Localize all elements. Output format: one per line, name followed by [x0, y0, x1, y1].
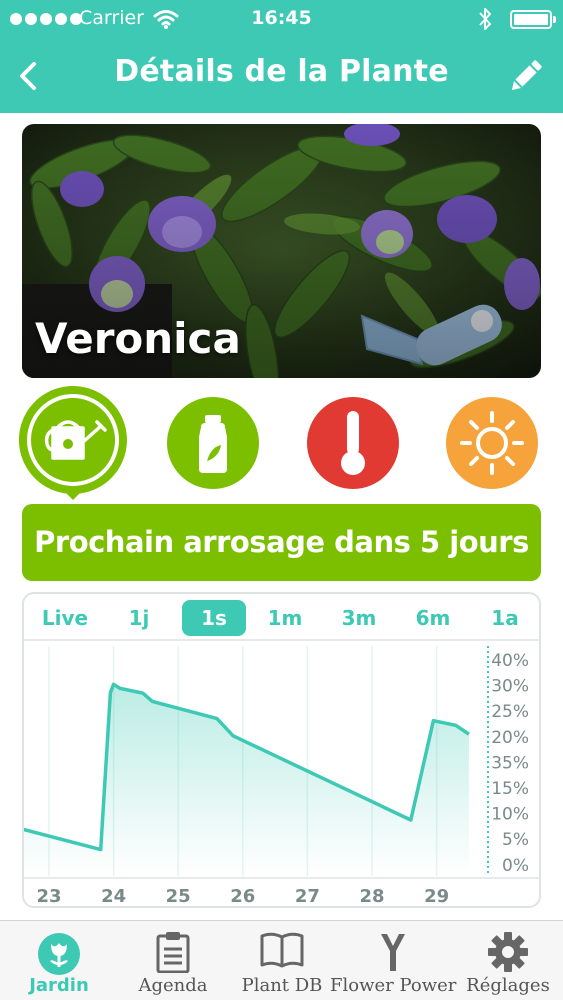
range-tab-3m[interactable]: 3m [326, 600, 392, 636]
sun-icon [446, 397, 538, 489]
fertilizer-status-button[interactable] [167, 397, 259, 489]
watering-can-icon [18, 386, 127, 500]
y-tick-label: 0% [502, 856, 529, 876]
y-tick-label: 40% [491, 651, 529, 671]
x-tick-label: 28 [359, 886, 384, 907]
x-tick-label: 27 [295, 886, 320, 907]
tab-jardin[interactable]: Jardin [14, 921, 104, 1000]
plant-name: Veronica [35, 314, 241, 363]
range-tab-6m[interactable]: 6m [400, 600, 466, 636]
range-tab-1j[interactable]: 1j [106, 600, 172, 636]
carrier-label: Carrier [79, 7, 144, 29]
x-tick-label: 26 [230, 886, 255, 907]
clipboard-icon [156, 932, 190, 973]
x-tick-label: 23 [36, 886, 61, 907]
y-tick-label: 35% [491, 753, 529, 773]
status-bar: Carrier 16:45 [0, 0, 563, 40]
chevron-left-icon[interactable] [14, 58, 46, 94]
tab-bar: Jardin Agenda Plant DB Flower Power Régl… [0, 920, 563, 1000]
tab-label-jardin: Jardin [29, 975, 89, 996]
range-tabs: Live 1j 1s 1m 3m 6m 1a [24, 594, 539, 641]
tab-reglages[interactable]: Réglages [460, 921, 556, 1000]
y-tick-label: 20% [491, 728, 529, 748]
tab-label-flower-power: Flower Power [330, 975, 457, 996]
pencil-icon[interactable] [506, 56, 546, 96]
range-tab-1a[interactable]: 1a [472, 600, 538, 636]
x-tick-label: 24 [101, 886, 126, 907]
wifi-icon [153, 10, 179, 29]
x-tick-label: 29 [424, 886, 449, 907]
next-watering-banner: Prochain arrosage dans 5 jours [22, 504, 541, 581]
x-tick-label: 25 [166, 886, 191, 907]
moisture-chart: 40% 30% 25% 20% 35% 15% 10% 5% 0% 23 24 25 26 27 28 29 [24, 646, 539, 907]
watering-status-button[interactable] [17, 384, 129, 500]
range-tab-live[interactable]: Live [30, 600, 100, 636]
moisture-chart-card: Live 1j 1s 1m 3m 6m 1a 40% 30% 25% 20% 35% 15… [22, 592, 541, 908]
fertilizer-bottle-icon [167, 397, 259, 489]
gear-icon [488, 932, 528, 972]
tab-label-plant-db: Plant DB [241, 975, 323, 996]
book-icon [260, 932, 304, 968]
light-status-button[interactable] [446, 397, 538, 489]
nav-bar: Détails de la Plante [0, 40, 563, 113]
y-tick-label: 25% [491, 702, 529, 722]
temperature-status-button[interactable] [307, 397, 399, 489]
y-tick-label: 15% [491, 779, 529, 799]
tab-label-reglages: Réglages [466, 975, 550, 996]
range-tab-1m[interactable]: 1m [252, 600, 318, 636]
y-tick-label: 30% [491, 677, 529, 697]
tab-flower-power[interactable]: Flower Power [330, 921, 456, 1000]
page-title: Détails de la Plante [114, 54, 449, 89]
battery-icon [510, 10, 556, 29]
y-tick-label: 5% [502, 830, 529, 850]
tab-agenda[interactable]: Agenda [128, 921, 218, 1000]
y-tick-label: 10% [491, 805, 529, 825]
tab-label-agenda: Agenda [138, 975, 208, 996]
tab-plant-db[interactable]: Plant DB [236, 921, 328, 1000]
signal-dots-icon [10, 13, 82, 25]
sensor-y-icon [381, 934, 405, 971]
plant-photo: Veronica [22, 124, 541, 378]
bluetooth-icon [479, 8, 491, 30]
range-tab-1s[interactable]: 1s [182, 600, 246, 636]
flower-icon [38, 933, 80, 975]
thermometer-icon [307, 397, 399, 489]
